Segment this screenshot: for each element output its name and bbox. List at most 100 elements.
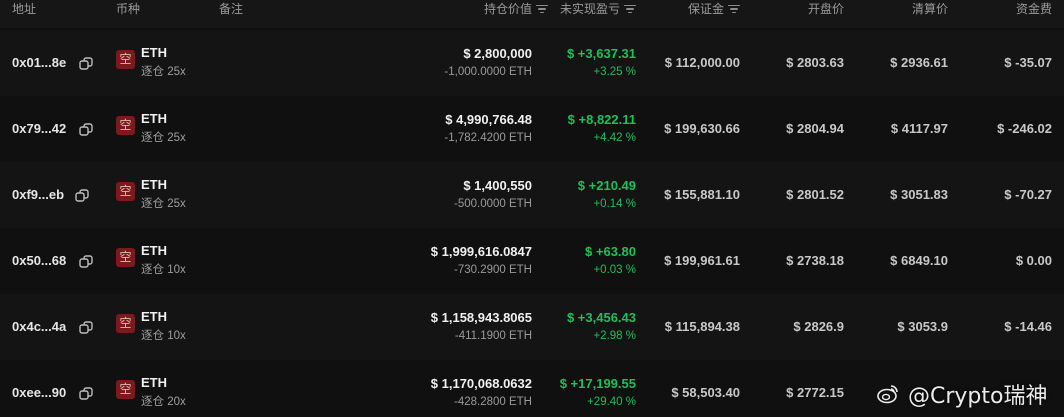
table-row[interactable]: 0xf9...eb 空 ETH 逐仓 25x $ 1,400,550 -500.… [0, 162, 1064, 228]
row-liq-price: $ 3053.9 [897, 319, 948, 334]
row-entry-price: $ 2803.63 [786, 55, 844, 70]
copy-icon[interactable] [79, 321, 93, 335]
copy-icon[interactable] [79, 57, 93, 71]
table-row[interactable]: 0x79...42 空 ETH 逐仓 25x $ 4,990,766.48 -1… [0, 96, 1064, 162]
column-header-liq-price: 清算价 [911, 2, 948, 16]
row-funding-fee: $ -14.46 [1004, 319, 1052, 334]
positions-table: 地址 币种 备注 持仓价值 未实现盈亏 保证金 开盘价 清算价 资金费 0x01… [0, 0, 1064, 417]
copy-icon[interactable] [79, 255, 93, 269]
short-side-badge: 空 [116, 248, 135, 267]
row-position-size: -1,000.0000 ETH [444, 66, 532, 78]
row-margin: $ 112,000.00 [664, 55, 740, 70]
watermark: @Crypto瑞神 [876, 377, 1047, 411]
row-liq-price: $ 3051.83 [890, 187, 948, 202]
row-unrealized-pnl: $ +3,456.43 [566, 310, 636, 325]
row-entry-price: $ 2738.18 [786, 253, 844, 268]
row-unrealized-pnl: $ +210.49 [577, 178, 636, 193]
row-entry-price: $ 2804.94 [786, 121, 844, 136]
column-header-coin: 币种 [116, 2, 141, 16]
sort-filter-icon[interactable] [536, 5, 548, 14]
row-liq-price: $ 2936.61 [890, 55, 948, 70]
row-funding-fee: $ -246.02 [997, 121, 1052, 136]
row-unrealized-pnl: $ +3,637.31 [566, 46, 636, 61]
row-funding-fee: $ 0.00 [1015, 253, 1052, 268]
row-unrealized-pnl: $ +8,822.11 [567, 112, 636, 127]
column-header-margin[interactable]: 保证金 [688, 0, 740, 18]
row-unrealized-pnl-pct: +0.03 % [593, 264, 636, 276]
row-leverage: 逐仓 10x [141, 330, 186, 342]
copy-icon[interactable] [75, 189, 89, 203]
table-header: 地址 币种 备注 持仓价值 未实现盈亏 保证金 开盘价 清算价 资金费 [0, 0, 1064, 28]
row-coin: ETH [141, 375, 167, 390]
row-unrealized-pnl-pct: +29.40 % [587, 396, 636, 408]
column-header-note: 备注 [219, 2, 244, 16]
row-position-size: -1,782.4200 ETH [444, 132, 532, 144]
row-unrealized-pnl: $ +63.80 [585, 244, 636, 259]
row-leverage: 逐仓 25x [141, 132, 186, 144]
row-unrealized-pnl-pct: +3.25 % [593, 66, 636, 78]
row-funding-fee: $ -35.07 [1004, 55, 1052, 70]
row-margin: $ 199,961.61 [664, 253, 740, 268]
row-position-size: -730.2900 ETH [454, 264, 532, 276]
position-value-label: 持仓价值 [483, 2, 532, 16]
column-header-unrealized-pnl[interactable]: 未实现盈亏 [560, 0, 636, 18]
copy-icon[interactable] [79, 123, 93, 137]
row-entry-price: $ 2801.52 [786, 187, 844, 202]
short-side-badge: 空 [116, 182, 135, 201]
sort-filter-icon[interactable] [728, 5, 740, 14]
row-position-value: $ 1,170,068.0632 [430, 376, 532, 391]
row-address[interactable]: 0x50...68 [12, 253, 66, 268]
table-row[interactable]: 0x50...68 空 ETH 逐仓 10x $ 1,999,616.0847 … [0, 228, 1064, 294]
sort-filter-icon[interactable] [624, 5, 636, 14]
row-address[interactable]: 0x79...42 [12, 121, 66, 136]
row-unrealized-pnl-pct: +4.42 % [593, 132, 636, 144]
column-header-address: 地址 [12, 2, 37, 16]
row-leverage: 逐仓 10x [141, 264, 186, 276]
short-side-badge: 空 [116, 314, 135, 333]
row-unrealized-pnl: $ +17,199.55 [559, 376, 636, 391]
weibo-logo-icon [877, 385, 898, 404]
row-margin: $ 199,630.66 [664, 121, 740, 136]
column-header-entry-price: 开盘价 [807, 2, 844, 16]
row-position-value: $ 1,999,616.0847 [430, 244, 532, 259]
margin-label: 保证金 [687, 2, 724, 16]
column-header-position-value[interactable]: 持仓价值 [484, 0, 548, 18]
row-address[interactable]: 0xee...90 [12, 385, 66, 400]
row-unrealized-pnl-pct: +2.98 % [593, 330, 636, 342]
row-position-value: $ 1,158,943.8065 [430, 310, 532, 325]
table-row[interactable]: 0x4c...4a 空 ETH 逐仓 10x $ 1,158,943.8065 … [0, 294, 1064, 360]
row-unrealized-pnl-pct: +0.14 % [593, 198, 636, 210]
row-coin: ETH [141, 111, 167, 126]
row-position-size: -428.2800 ETH [454, 396, 532, 408]
row-address[interactable]: 0x4c...4a [12, 319, 66, 334]
unrealized-pnl-label: 未实现盈亏 [559, 2, 620, 16]
row-leverage: 逐仓 20x [141, 396, 186, 408]
short-side-badge: 空 [116, 116, 135, 135]
row-coin: ETH [141, 243, 167, 258]
column-header-funding-fee: 资金费 [1015, 2, 1052, 16]
short-side-badge: 空 [116, 380, 135, 399]
row-coin: ETH [141, 45, 167, 60]
row-coin: ETH [141, 177, 167, 192]
row-margin: $ 115,894.38 [664, 319, 740, 334]
row-position-value: $ 4,990,766.48 [445, 112, 532, 127]
row-position-size: -500.0000 ETH [454, 198, 532, 210]
row-address[interactable]: 0x01...8e [12, 55, 66, 70]
row-margin: $ 58,503.40 [671, 385, 740, 400]
row-leverage: 逐仓 25x [141, 66, 186, 78]
row-margin: $ 155,881.10 [664, 187, 740, 202]
short-side-badge: 空 [116, 50, 135, 69]
row-position-value: $ 2,800,000 [463, 46, 532, 61]
row-position-value: $ 1,400,550 [463, 178, 532, 193]
row-entry-price: $ 2772.15 [786, 385, 844, 400]
table-row[interactable]: 0x01...8e 空 ETH 逐仓 25x $ 2,800,000 -1,00… [0, 30, 1064, 96]
row-liq-price: $ 6849.10 [890, 253, 948, 268]
copy-icon[interactable] [79, 387, 93, 401]
row-coin: ETH [141, 309, 167, 324]
row-liq-price: $ 4117.97 [890, 121, 948, 136]
row-entry-price: $ 2826.9 [793, 319, 844, 334]
row-address[interactable]: 0xf9...eb [12, 187, 64, 202]
row-leverage: 逐仓 25x [141, 198, 186, 210]
row-funding-fee: $ -70.27 [1004, 187, 1052, 202]
row-position-size: -411.1900 ETH [454, 330, 532, 342]
